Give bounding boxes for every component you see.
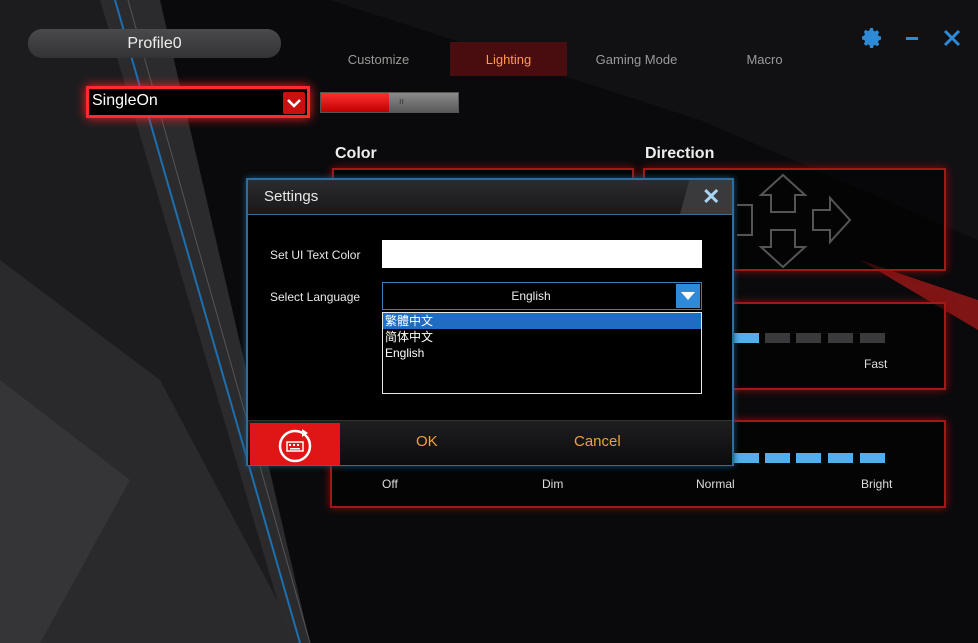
- speed-segment[interactable]: [828, 333, 853, 343]
- tab-lighting[interactable]: Lighting: [450, 42, 567, 76]
- reset-button[interactable]: [250, 423, 340, 465]
- brightness-normal-label: Normal: [696, 477, 735, 491]
- toggle-grip-icon: ıı: [399, 96, 405, 106]
- ok-button[interactable]: OK: [416, 433, 438, 450]
- tab-customize[interactable]: Customize: [320, 42, 437, 76]
- keyboard-reset-icon: [278, 429, 312, 463]
- lighting-toggle[interactable]: ıı: [320, 92, 459, 113]
- profile-selector[interactable]: Profile0: [28, 29, 281, 58]
- brightness-off-label: Off: [382, 477, 398, 491]
- lighting-mode-value: SingleOn: [92, 92, 158, 109]
- language-select[interactable]: English: [382, 282, 702, 310]
- brightness-segment[interactable]: [828, 453, 853, 463]
- dialog-close-button[interactable]: ✕: [680, 180, 732, 214]
- language-option-traditional-chinese[interactable]: 繁體中文: [383, 313, 701, 329]
- language-label: Select Language: [270, 290, 361, 304]
- speed-segment[interactable]: [734, 333, 759, 343]
- language-dropdown-list: 繁體中文 简体中文 English: [382, 312, 702, 394]
- chevron-down-icon[interactable]: [676, 284, 700, 308]
- dialog-title: Settings: [264, 188, 319, 205]
- speed-segment[interactable]: [860, 333, 885, 343]
- speed-segment[interactable]: [765, 333, 790, 343]
- color-section-label: Color: [335, 145, 377, 162]
- tab-macro[interactable]: Macro: [706, 42, 823, 76]
- text-color-field[interactable]: [382, 240, 702, 268]
- close-icon: ✕: [702, 184, 721, 209]
- lighting-mode-select[interactable]: SingleOn: [86, 86, 310, 118]
- language-value: English: [511, 289, 551, 303]
- dialog-title-bar: Settings ✕: [248, 180, 732, 215]
- toggle-on-track: [321, 93, 389, 112]
- language-option-english[interactable]: English: [383, 345, 701, 361]
- cancel-button[interactable]: Cancel: [574, 433, 621, 450]
- gear-icon[interactable]: [860, 26, 884, 50]
- minimize-icon[interactable]: [900, 26, 924, 50]
- dialog-footer: OK Cancel: [248, 420, 732, 465]
- language-option-simplified-chinese[interactable]: 简体中文: [383, 329, 701, 345]
- tab-gaming-mode[interactable]: Gaming Mode: [578, 42, 695, 76]
- text-color-label: Set UI Text Color: [270, 248, 361, 262]
- chevron-down-icon[interactable]: [283, 92, 305, 114]
- speed-segment[interactable]: [796, 333, 821, 343]
- brightness-segment[interactable]: [796, 453, 821, 463]
- brightness-dim-label: Dim: [542, 477, 564, 491]
- brightness-bright-label: Bright: [861, 477, 893, 491]
- brightness-segment[interactable]: [734, 453, 759, 463]
- settings-dialog: Settings ✕ Set UI Text Color Select Lang…: [246, 178, 734, 466]
- close-icon[interactable]: [940, 26, 964, 50]
- speed-fast-label: Fast: [864, 357, 888, 371]
- brightness-segment[interactable]: [860, 453, 885, 463]
- direction-section-label: Direction: [645, 145, 715, 162]
- brightness-segment[interactable]: [765, 453, 790, 463]
